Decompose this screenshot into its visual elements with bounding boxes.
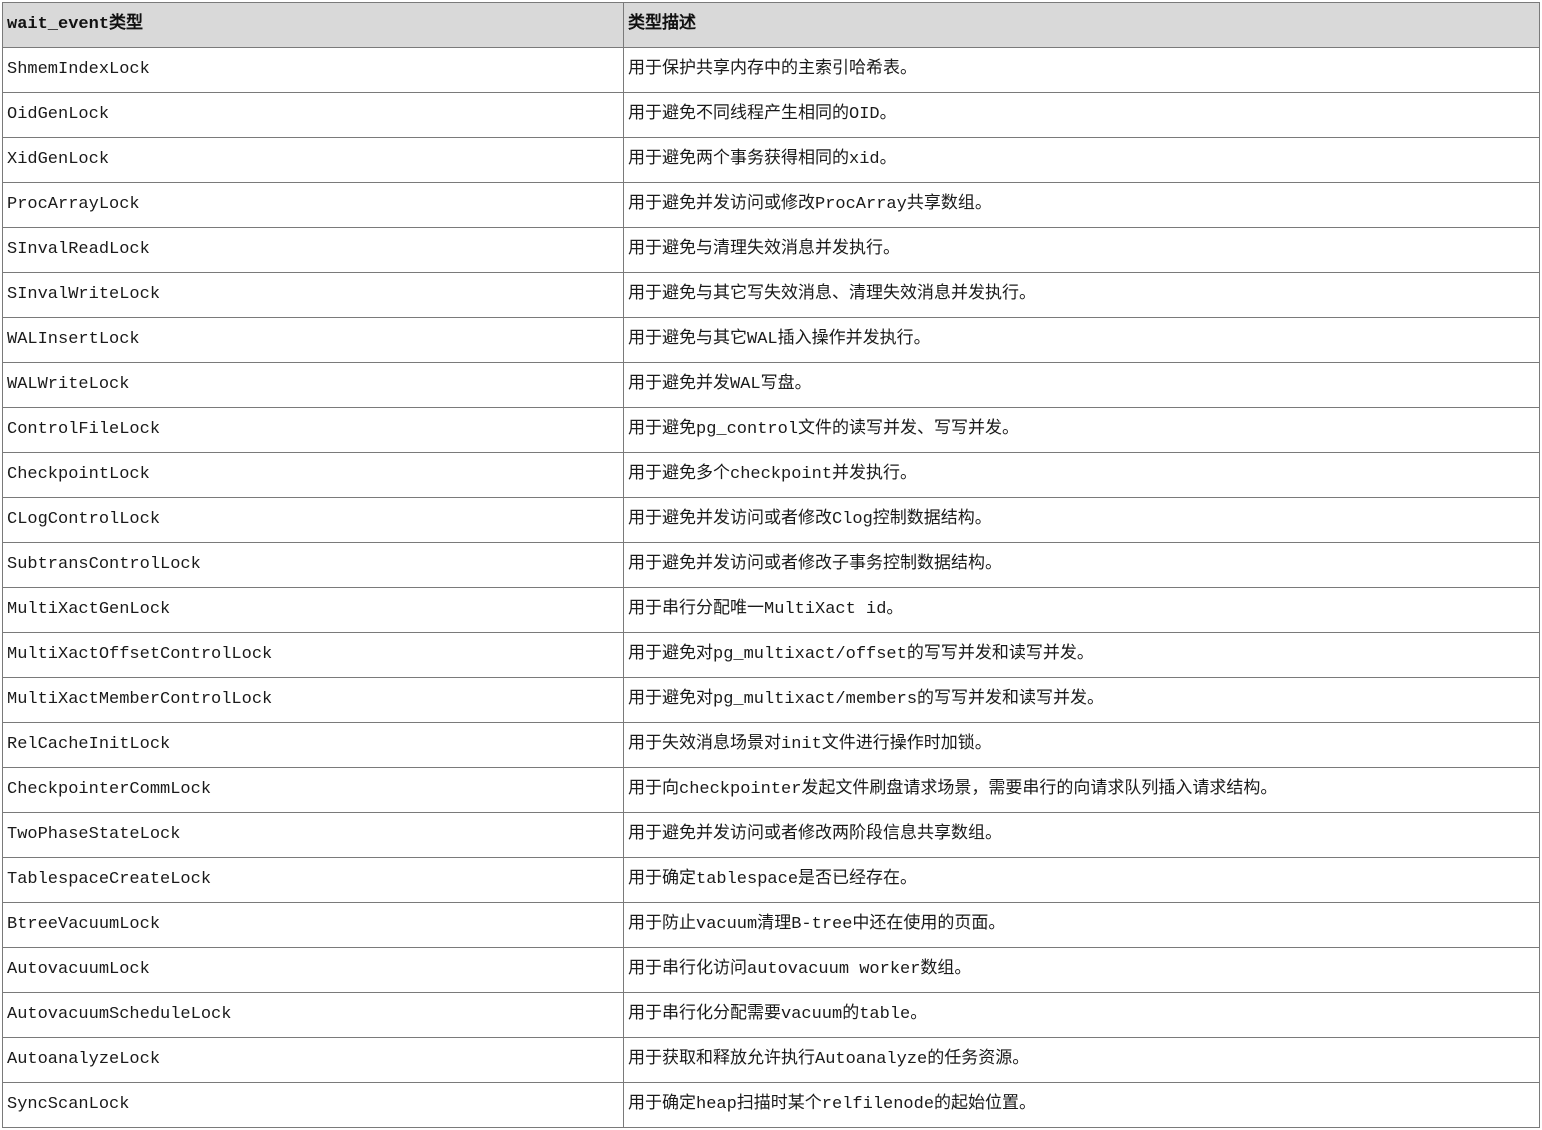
wait-event-name-cell: RelCacheInitLock [2, 722, 624, 768]
description-cell: 用于避免并发访问或修改ProcArray共享数组。 [623, 182, 1540, 228]
table-row: SubtransControlLock 用于避免并发访问或者修改子事务控制数据结构… [2, 542, 1540, 588]
description-cell: 用于防止vacuum清理B-tree中还在使用的页面。 [623, 902, 1540, 948]
description-cell: 用于避免pg_control文件的读写并发、写写并发。 [623, 407, 1540, 453]
table-row: RelCacheInitLock 用于失效消息场景对init文件进行操作时加锁。 [2, 722, 1540, 768]
description-cell: 用于串行化访问autovacuum worker数组。 [623, 947, 1540, 993]
table-row: TablespaceCreateLock 用于确定tablespace是否已经存在… [2, 857, 1540, 903]
table-row: BtreeVacuumLock 用于防止vacuum清理B-tree中还在使用的页… [2, 902, 1540, 948]
wait-event-name-cell: ProcArrayLock [2, 182, 624, 228]
table-row: CheckpointLock 用于避免多个checkpoint并发执行。 [2, 452, 1540, 498]
description-cell: 用于避免与其它WAL插入操作并发执行。 [623, 317, 1540, 363]
table-row: ControlFileLock 用于避免pg_control文件的读写并发、写写并… [2, 407, 1540, 453]
description-cell: 用于避免不同线程产生相同的OID。 [623, 92, 1540, 138]
description-cell: 用于失效消息场景对init文件进行操作时加锁。 [623, 722, 1540, 768]
description-cell: 用于串行分配唯一MultiXact id。 [623, 587, 1540, 633]
table-row: ShmemIndexLock 用于保护共享内存中的主索引哈希表。 [2, 47, 1540, 93]
wait-event-name-cell: MultiXactMemberControlLock [2, 677, 624, 723]
table-row: WALInsertLock 用于避免与其它WAL插入操作并发执行。 [2, 317, 1540, 363]
wait-event-name-cell: OidGenLock [2, 92, 624, 138]
description-cell: 用于避免多个checkpoint并发执行。 [623, 452, 1540, 498]
wait-event-table: wait_event类型 类型描述 ShmemIndexLock 用于保护共享内存… [2, 2, 1540, 1128]
description-cell: 用于避免并发WAL写盘。 [623, 362, 1540, 408]
wait-event-name-cell: BtreeVacuumLock [2, 902, 624, 948]
table-row: AutoanalyzeLock 用于获取和释放允许执行Autoanalyze的任务… [2, 1037, 1540, 1083]
wait-event-name-cell: TablespaceCreateLock [2, 857, 624, 903]
wait-event-name-cell: CheckpointLock [2, 452, 624, 498]
wait-event-name-cell: ControlFileLock [2, 407, 624, 453]
wait-event-name-cell: SInvalWriteLock [2, 272, 624, 318]
table-row: MultiXactMemberControlLock 用于避免对pg_multix… [2, 677, 1540, 723]
table-row: CLogControlLock 用于避免并发访问或者修改Clog控制数据结构。 [2, 497, 1540, 543]
description-cell: 用于避免对pg_multixact/offset的写写并发和读写并发。 [623, 632, 1540, 678]
wait-event-name-cell: SyncScanLock [2, 1082, 624, 1128]
wait-event-name-cell: AutovacuumLock [2, 947, 624, 993]
table-row: OidGenLock 用于避免不同线程产生相同的OID。 [2, 92, 1540, 138]
wait-event-name-cell: AutovacuumScheduleLock [2, 992, 624, 1038]
header-wait-event-type: wait_event类型 [2, 2, 624, 48]
table-row: AutovacuumScheduleLock 用于串行化分配需要vacuum的ta… [2, 992, 1540, 1038]
table-body: ShmemIndexLock 用于保护共享内存中的主索引哈希表。 OidGenLoc… [2, 47, 1540, 1128]
description-cell: 用于避免对pg_multixact/members的写写并发和读写并发。 [623, 677, 1540, 723]
table-row: SInvalWriteLock 用于避免与其它写失效消息、清理失效消息并发执行。 [2, 272, 1540, 318]
description-cell: 用于确定heap扫描时某个relfilenode的起始位置。 [623, 1082, 1540, 1128]
wait-event-name-cell: CheckpointerCommLock [2, 767, 624, 813]
wait-event-name-cell: TwoPhaseStateLock [2, 812, 624, 858]
description-cell: 用于避免与清理失效消息并发执行。 [623, 227, 1540, 273]
wait-event-name-cell: ShmemIndexLock [2, 47, 624, 93]
wait-event-name-cell: CLogControlLock [2, 497, 624, 543]
header-type-description: 类型描述 [623, 2, 1540, 48]
description-cell: 用于获取和释放允许执行Autoanalyze的任务资源。 [623, 1037, 1540, 1083]
description-cell: 用于确定tablespace是否已经存在。 [623, 857, 1540, 903]
table-row: WALWriteLock 用于避免并发WAL写盘。 [2, 362, 1540, 408]
description-cell: 用于避免两个事务获得相同的xid。 [623, 137, 1540, 183]
table-row: AutovacuumLock 用于串行化访问autovacuum worker数组… [2, 947, 1540, 993]
description-cell: 用于向checkpointer发起文件刷盘请求场景，需要串行的向请求队列插入请求… [623, 767, 1540, 813]
description-cell: 用于保护共享内存中的主索引哈希表。 [623, 47, 1540, 93]
wait-event-name-cell: MultiXactGenLock [2, 587, 624, 633]
wait-event-name-cell: WALWriteLock [2, 362, 624, 408]
wait-event-name-cell: MultiXactOffsetControlLock [2, 632, 624, 678]
table-row: ProcArrayLock 用于避免并发访问或修改ProcArray共享数组。 [2, 182, 1540, 228]
table-row: MultiXactOffsetControlLock 用于避免对pg_multix… [2, 632, 1540, 678]
description-cell: 用于避免并发访问或者修改两阶段信息共享数组。 [623, 812, 1540, 858]
wait-event-name-cell: SInvalReadLock [2, 227, 624, 273]
header-row: wait_event类型 类型描述 [2, 2, 1540, 48]
wait-event-name-cell: WALInsertLock [2, 317, 624, 363]
description-cell: 用于避免并发访问或者修改子事务控制数据结构。 [623, 542, 1540, 588]
table-row: CheckpointerCommLock 用于向checkpointer发起文件刷… [2, 767, 1540, 813]
description-cell: 用于避免与其它写失效消息、清理失效消息并发执行。 [623, 272, 1540, 318]
description-cell: 用于避免并发访问或者修改Clog控制数据结构。 [623, 497, 1540, 543]
description-cell: 用于串行化分配需要vacuum的table。 [623, 992, 1540, 1038]
wait-event-name-cell: XidGenLock [2, 137, 624, 183]
wait-event-name-cell: SubtransControlLock [2, 542, 624, 588]
table-row: SyncScanLock 用于确定heap扫描时某个relfilenode的起始位… [2, 1082, 1540, 1128]
table-row: XidGenLock 用于避免两个事务获得相同的xid。 [2, 137, 1540, 183]
table-row: TwoPhaseStateLock 用于避免并发访问或者修改两阶段信息共享数组。 [2, 812, 1540, 858]
table-row: MultiXactGenLock 用于串行分配唯一MultiXact id。 [2, 587, 1540, 633]
wait-event-name-cell: AutoanalyzeLock [2, 1037, 624, 1083]
table-row: SInvalReadLock 用于避免与清理失效消息并发执行。 [2, 227, 1540, 273]
